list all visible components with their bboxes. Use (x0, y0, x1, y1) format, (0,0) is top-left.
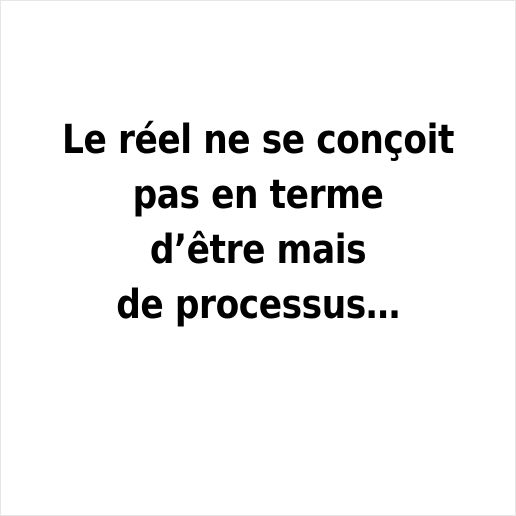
quote-line-1: Le réel ne se conçoit (62, 117, 454, 163)
quote-line-4: de processus… (116, 282, 400, 328)
quote-line-3: d’être mais (149, 227, 367, 273)
quote-text: Le réel ne se conçoit pas en terme d’êtr… (1, 113, 515, 333)
quote-line-2: pas en terme (132, 172, 384, 218)
quote-image: Le réel ne se conçoit pas en terme d’êtr… (0, 0, 516, 516)
